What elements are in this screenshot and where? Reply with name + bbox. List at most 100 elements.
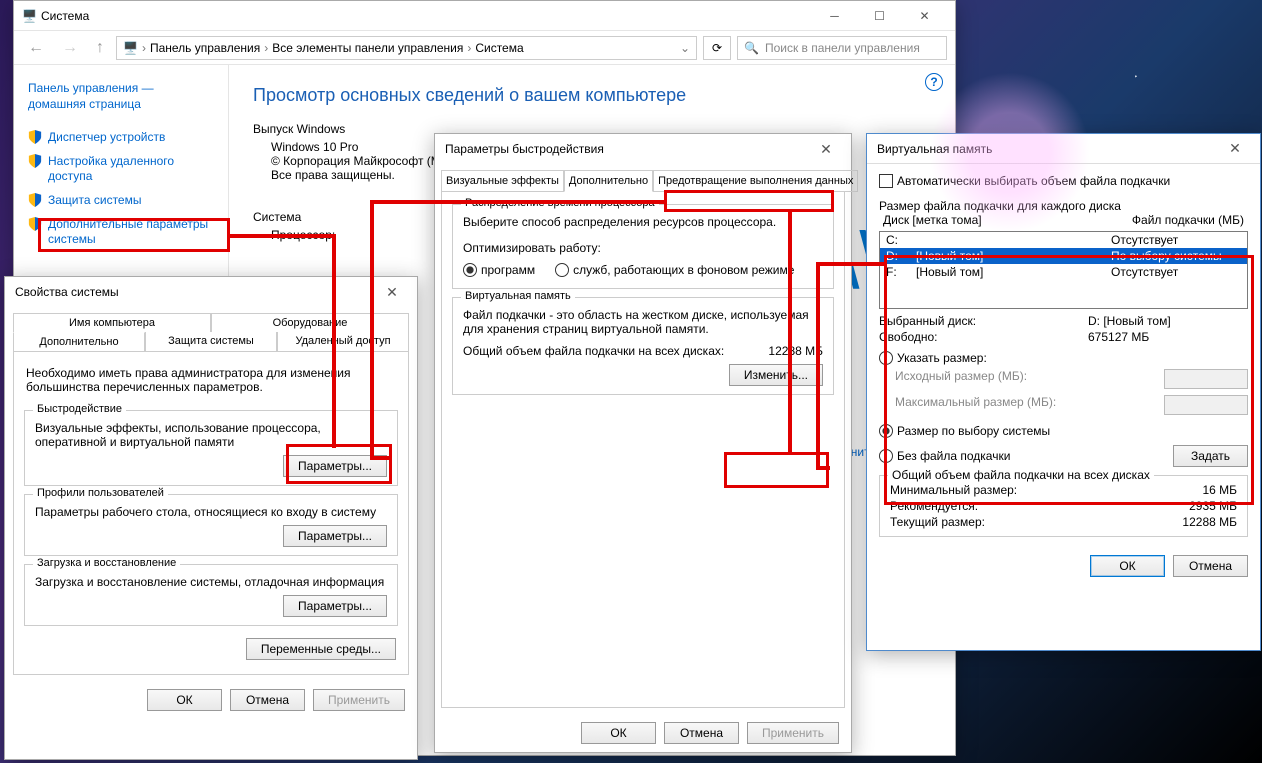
group-legend: Виртуальная память xyxy=(461,290,575,302)
group-legend: Распределение времени процессора xyxy=(461,197,659,209)
apply-button[interactable]: Применить xyxy=(313,689,405,711)
tab-advanced[interactable]: Дополнительно xyxy=(13,332,145,352)
breadcrumb[interactable]: 🖥️› Панель управления› Все элементы пане… xyxy=(116,36,697,60)
disk-list[interactable]: C:Отсутствует D:[Новый том]По выбору сис… xyxy=(879,231,1248,309)
performance-group: Быстродействие Визуальные эффекты, испол… xyxy=(24,410,398,486)
rec-label: Рекомендуется: xyxy=(890,499,1189,513)
control-panel-home-link[interactable]: Панель управления — домашняя страница xyxy=(28,81,214,112)
tab-row-bottom: Дополнительно Защита системы Удаленный д… xyxy=(5,332,417,352)
performance-settings-button[interactable]: Параметры... xyxy=(283,455,387,477)
max-size-input[interactable] xyxy=(1164,395,1248,415)
env-vars-button[interactable]: Переменные среды... xyxy=(246,638,396,660)
breadcrumb-item[interactable]: Все элементы панели управления xyxy=(272,41,463,55)
totals-group: Общий объем файла подкачки на всех диска… xyxy=(879,475,1248,537)
initial-size-label: Исходный размер (МБ): xyxy=(895,369,1156,389)
ok-button[interactable]: ОК xyxy=(1090,555,1165,577)
close-button[interactable]: ✕ xyxy=(811,141,841,158)
radio-no-pagefile[interactable]: Без файла подкачки xyxy=(879,449,1010,463)
titlebar[interactable]: Параметры быстродействия ✕ xyxy=(435,134,851,164)
search-icon: 🔍 xyxy=(744,41,759,55)
cancel-button[interactable]: Отмена xyxy=(664,722,739,744)
chevron-down-icon[interactable]: ⌄ xyxy=(680,41,690,55)
sidebar-device-manager[interactable]: Диспетчер устройств xyxy=(28,126,214,150)
close-button[interactable]: ✕ xyxy=(1220,140,1250,157)
auto-manage-checkbox[interactable]: Автоматически выбирать объем файла подка… xyxy=(879,174,1170,188)
sidebar-remote-settings[interactable]: Настройка удаленного доступа xyxy=(28,150,214,189)
breadcrumb-item[interactable]: Панель управления xyxy=(150,41,260,55)
titlebar[interactable]: Виртуальная память ✕ xyxy=(867,134,1260,164)
close-button[interactable]: ✕ xyxy=(377,284,407,301)
radio-system-managed[interactable]: Размер по выбору системы xyxy=(879,424,1050,438)
cur-label: Текущий размер: xyxy=(890,515,1182,529)
min-value: 16 МБ xyxy=(1202,483,1237,497)
group-desc: Визуальные эффекты, использование процес… xyxy=(35,421,387,449)
titlebar[interactable]: 🖥️ Система ─ ☐ ✕ xyxy=(14,1,955,31)
radio-programs[interactable]: программ xyxy=(463,263,535,277)
back-button[interactable]: ← xyxy=(22,37,50,59)
group-legend: Общий объем файла подкачки на всех диска… xyxy=(888,468,1154,482)
help-icon[interactable]: ? xyxy=(925,73,943,91)
performance-options-dialog: Параметры быстродействия ✕ Визуальные эф… xyxy=(434,133,852,753)
radio-services[interactable]: служб, работающих в фоновом режиме xyxy=(555,263,794,277)
max-size-label: Максимальный размер (МБ): xyxy=(895,395,1156,415)
dialog-buttons: ОК Отмена Применить xyxy=(435,714,851,752)
vm-group: Виртуальная память Файл подкачки - это о… xyxy=(452,297,834,395)
disk-row-selected: D:[Новый том]По выбору системы xyxy=(880,248,1247,264)
refresh-button[interactable]: ⟳ xyxy=(703,36,731,60)
cancel-button[interactable]: Отмена xyxy=(230,689,305,711)
search-input[interactable]: 🔍 Поиск в панели управления xyxy=(737,36,947,60)
tab-advanced[interactable]: Дополнительно xyxy=(564,170,653,192)
group-desc: Выберите способ распределения ресурсов п… xyxy=(463,215,823,229)
admin-note: Необходимо иметь права администратора дл… xyxy=(14,358,408,402)
page-title: Просмотр основных сведений о вашем компь… xyxy=(253,85,931,106)
shield-icon xyxy=(28,217,42,231)
tab-visual-effects[interactable]: Визуальные эффекты xyxy=(441,170,564,192)
profiles-group: Профили пользователей Параметры рабочего… xyxy=(24,494,398,556)
system-properties-dialog: Свойства системы ✕ Имя компьютера Оборуд… xyxy=(4,276,418,760)
dialog-title: Виртуальная память xyxy=(877,142,1220,156)
col-pagefile: Файл подкачки (МБ) xyxy=(1132,213,1244,227)
tab-page-advanced: Необходимо иметь права администратора дл… xyxy=(13,352,409,675)
dialog-title: Параметры быстродействия xyxy=(445,142,811,156)
sidebar-system-protection[interactable]: Защита системы xyxy=(28,189,214,213)
close-button[interactable]: ✕ xyxy=(902,1,947,31)
disk-row: F:[Новый том]Отсутствует xyxy=(880,264,1247,280)
radio-custom-size[interactable]: Указать размер: xyxy=(879,351,987,365)
breadcrumb-item[interactable]: Система xyxy=(475,41,523,55)
selected-disk-label: Выбранный диск: xyxy=(879,314,1088,328)
dialog-buttons: ОК Отмена xyxy=(867,547,1260,585)
set-button[interactable]: Задать xyxy=(1173,445,1248,467)
shield-icon xyxy=(28,193,42,207)
group-desc: Загрузка и восстановление системы, отлад… xyxy=(35,575,387,589)
group-legend: Быстродействие xyxy=(33,403,126,415)
group-legend: Профили пользователей xyxy=(33,487,168,499)
maximize-button[interactable]: ☐ xyxy=(857,1,902,31)
profiles-settings-button[interactable]: Параметры... xyxy=(283,525,387,547)
forward-button[interactable]: → xyxy=(56,37,84,59)
selected-disk-value: D: [Новый том] xyxy=(1088,314,1248,328)
tab-dep[interactable]: Предотвращение выполнения данных xyxy=(653,170,858,192)
disk-row: C:Отсутствует xyxy=(880,232,1247,248)
tab-remote[interactable]: Удаленный доступ xyxy=(277,332,409,352)
titlebar[interactable]: Свойства системы ✕ xyxy=(5,277,417,307)
tab-row: Визуальные эффекты Дополнительно Предотв… xyxy=(435,164,851,192)
rec-value: 2935 МБ xyxy=(1189,499,1237,513)
ok-button[interactable]: ОК xyxy=(147,689,222,711)
minimize-button[interactable]: ─ xyxy=(812,1,857,31)
tab-protection[interactable]: Защита системы xyxy=(145,332,277,352)
ok-button[interactable]: ОК xyxy=(581,722,656,744)
sidebar-advanced-settings[interactable]: Дополнительные параметры системы xyxy=(28,213,214,252)
startup-settings-button[interactable]: Параметры... xyxy=(283,595,387,617)
shield-icon xyxy=(28,154,42,168)
total-label: Общий объем файла подкачки на всех диска… xyxy=(463,344,768,358)
dialog-buttons: ОК Отмена Применить xyxy=(5,681,417,719)
tab-hardware[interactable]: Оборудование xyxy=(211,313,409,332)
apply-button[interactable]: Применить xyxy=(747,722,839,744)
tab-computer-name[interactable]: Имя компьютера xyxy=(13,313,211,332)
cancel-button[interactable]: Отмена xyxy=(1173,555,1248,577)
change-vm-button[interactable]: Изменить... xyxy=(729,364,823,386)
up-button[interactable]: ↑ xyxy=(90,37,110,59)
tab-page: Распределение времени процессора Выберит… xyxy=(441,192,845,708)
initial-size-input[interactable] xyxy=(1164,369,1248,389)
window-title: Система xyxy=(37,9,812,23)
